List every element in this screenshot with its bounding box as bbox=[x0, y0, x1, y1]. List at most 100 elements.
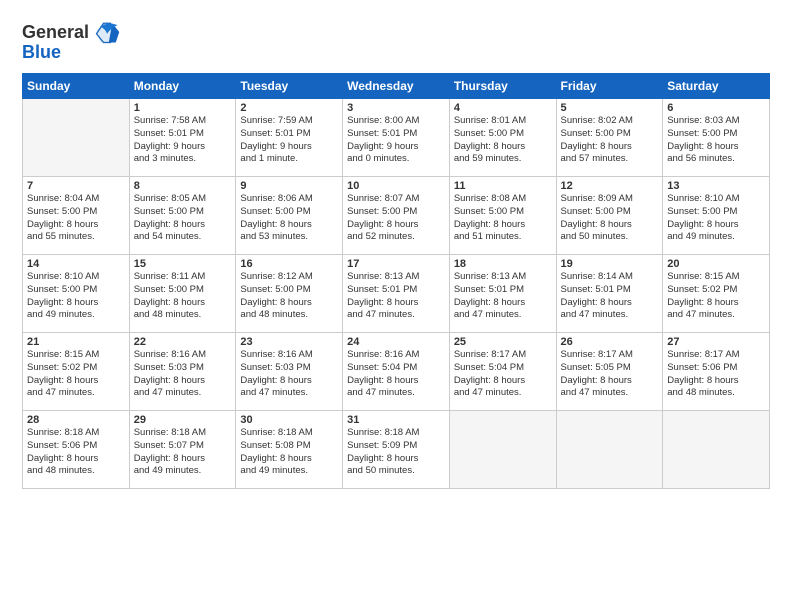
day-cell bbox=[449, 411, 556, 489]
day-number: 20 bbox=[667, 258, 765, 270]
day-info: Sunrise: 8:11 AM Sunset: 5:00 PM Dayligh… bbox=[134, 271, 232, 322]
day-cell: 27Sunrise: 8:17 AM Sunset: 5:06 PM Dayli… bbox=[663, 333, 770, 411]
day-cell: 19Sunrise: 8:14 AM Sunset: 5:01 PM Dayli… bbox=[556, 255, 663, 333]
day-info: Sunrise: 8:13 AM Sunset: 5:01 PM Dayligh… bbox=[454, 271, 552, 322]
day-info: Sunrise: 8:17 AM Sunset: 5:06 PM Dayligh… bbox=[667, 349, 765, 400]
day-number: 16 bbox=[240, 258, 338, 270]
day-number: 1 bbox=[134, 102, 232, 114]
week-row-3: 21Sunrise: 8:15 AM Sunset: 5:02 PM Dayli… bbox=[23, 333, 770, 411]
day-cell: 23Sunrise: 8:16 AM Sunset: 5:03 PM Dayli… bbox=[236, 333, 343, 411]
day-info: Sunrise: 8:06 AM Sunset: 5:00 PM Dayligh… bbox=[240, 193, 338, 244]
day-cell: 1Sunrise: 7:58 AM Sunset: 5:01 PM Daylig… bbox=[129, 99, 236, 177]
logo: General Blue bbox=[22, 18, 121, 63]
day-number: 29 bbox=[134, 414, 232, 426]
day-number: 6 bbox=[667, 102, 765, 114]
day-cell: 29Sunrise: 8:18 AM Sunset: 5:07 PM Dayli… bbox=[129, 411, 236, 489]
weekday-header-row: SundayMondayTuesdayWednesdayThursdayFrid… bbox=[23, 74, 770, 99]
day-info: Sunrise: 8:16 AM Sunset: 5:03 PM Dayligh… bbox=[240, 349, 338, 400]
day-number: 26 bbox=[561, 336, 659, 348]
weekday-monday: Monday bbox=[129, 74, 236, 99]
day-info: Sunrise: 8:10 AM Sunset: 5:00 PM Dayligh… bbox=[667, 193, 765, 244]
day-cell: 24Sunrise: 8:16 AM Sunset: 5:04 PM Dayli… bbox=[343, 333, 450, 411]
day-number: 14 bbox=[27, 258, 125, 270]
day-cell: 13Sunrise: 8:10 AM Sunset: 5:00 PM Dayli… bbox=[663, 177, 770, 255]
day-cell: 28Sunrise: 8:18 AM Sunset: 5:06 PM Dayli… bbox=[23, 411, 130, 489]
weekday-thursday: Thursday bbox=[449, 74, 556, 99]
day-info: Sunrise: 8:01 AM Sunset: 5:00 PM Dayligh… bbox=[454, 115, 552, 166]
header: General Blue bbox=[22, 18, 770, 63]
day-number: 10 bbox=[347, 180, 445, 192]
day-number: 7 bbox=[27, 180, 125, 192]
day-number: 27 bbox=[667, 336, 765, 348]
day-number: 12 bbox=[561, 180, 659, 192]
day-cell: 2Sunrise: 7:59 AM Sunset: 5:01 PM Daylig… bbox=[236, 99, 343, 177]
day-number: 19 bbox=[561, 258, 659, 270]
weekday-tuesday: Tuesday bbox=[236, 74, 343, 99]
day-number: 4 bbox=[454, 102, 552, 114]
day-info: Sunrise: 8:18 AM Sunset: 5:09 PM Dayligh… bbox=[347, 427, 445, 478]
day-cell: 5Sunrise: 8:02 AM Sunset: 5:00 PM Daylig… bbox=[556, 99, 663, 177]
day-info: Sunrise: 8:18 AM Sunset: 5:08 PM Dayligh… bbox=[240, 427, 338, 478]
day-info: Sunrise: 8:03 AM Sunset: 5:00 PM Dayligh… bbox=[667, 115, 765, 166]
day-info: Sunrise: 8:17 AM Sunset: 5:05 PM Dayligh… bbox=[561, 349, 659, 400]
logo-text: General bbox=[22, 22, 89, 43]
day-info: Sunrise: 8:16 AM Sunset: 5:04 PM Dayligh… bbox=[347, 349, 445, 400]
day-info: Sunrise: 8:18 AM Sunset: 5:06 PM Dayligh… bbox=[27, 427, 125, 478]
day-cell: 10Sunrise: 8:07 AM Sunset: 5:00 PM Dayli… bbox=[343, 177, 450, 255]
day-number: 23 bbox=[240, 336, 338, 348]
day-info: Sunrise: 8:15 AM Sunset: 5:02 PM Dayligh… bbox=[27, 349, 125, 400]
day-info: Sunrise: 8:18 AM Sunset: 5:07 PM Dayligh… bbox=[134, 427, 232, 478]
day-cell: 4Sunrise: 8:01 AM Sunset: 5:00 PM Daylig… bbox=[449, 99, 556, 177]
logo-icon bbox=[93, 18, 121, 46]
day-number: 21 bbox=[27, 336, 125, 348]
day-number: 5 bbox=[561, 102, 659, 114]
day-number: 13 bbox=[667, 180, 765, 192]
week-row-0: 1Sunrise: 7:58 AM Sunset: 5:01 PM Daylig… bbox=[23, 99, 770, 177]
day-cell bbox=[556, 411, 663, 489]
week-row-1: 7Sunrise: 8:04 AM Sunset: 5:00 PM Daylig… bbox=[23, 177, 770, 255]
day-info: Sunrise: 8:08 AM Sunset: 5:00 PM Dayligh… bbox=[454, 193, 552, 244]
day-info: Sunrise: 8:00 AM Sunset: 5:01 PM Dayligh… bbox=[347, 115, 445, 166]
weekday-saturday: Saturday bbox=[663, 74, 770, 99]
day-number: 9 bbox=[240, 180, 338, 192]
day-info: Sunrise: 8:10 AM Sunset: 5:00 PM Dayligh… bbox=[27, 271, 125, 322]
day-cell: 15Sunrise: 8:11 AM Sunset: 5:00 PM Dayli… bbox=[129, 255, 236, 333]
week-row-4: 28Sunrise: 8:18 AM Sunset: 5:06 PM Dayli… bbox=[23, 411, 770, 489]
day-info: Sunrise: 8:17 AM Sunset: 5:04 PM Dayligh… bbox=[454, 349, 552, 400]
day-cell: 26Sunrise: 8:17 AM Sunset: 5:05 PM Dayli… bbox=[556, 333, 663, 411]
day-cell bbox=[663, 411, 770, 489]
day-cell: 8Sunrise: 8:05 AM Sunset: 5:00 PM Daylig… bbox=[129, 177, 236, 255]
day-number: 2 bbox=[240, 102, 338, 114]
day-number: 31 bbox=[347, 414, 445, 426]
day-info: Sunrise: 8:16 AM Sunset: 5:03 PM Dayligh… bbox=[134, 349, 232, 400]
day-number: 11 bbox=[454, 180, 552, 192]
day-cell: 21Sunrise: 8:15 AM Sunset: 5:02 PM Dayli… bbox=[23, 333, 130, 411]
day-info: Sunrise: 8:09 AM Sunset: 5:00 PM Dayligh… bbox=[561, 193, 659, 244]
day-cell: 3Sunrise: 8:00 AM Sunset: 5:01 PM Daylig… bbox=[343, 99, 450, 177]
day-cell: 17Sunrise: 8:13 AM Sunset: 5:01 PM Dayli… bbox=[343, 255, 450, 333]
weekday-sunday: Sunday bbox=[23, 74, 130, 99]
day-cell: 6Sunrise: 8:03 AM Sunset: 5:00 PM Daylig… bbox=[663, 99, 770, 177]
day-number: 18 bbox=[454, 258, 552, 270]
day-number: 17 bbox=[347, 258, 445, 270]
day-number: 30 bbox=[240, 414, 338, 426]
day-info: Sunrise: 7:58 AM Sunset: 5:01 PM Dayligh… bbox=[134, 115, 232, 166]
day-info: Sunrise: 8:14 AM Sunset: 5:01 PM Dayligh… bbox=[561, 271, 659, 322]
day-cell: 25Sunrise: 8:17 AM Sunset: 5:04 PM Dayli… bbox=[449, 333, 556, 411]
day-info: Sunrise: 8:13 AM Sunset: 5:01 PM Dayligh… bbox=[347, 271, 445, 322]
week-row-2: 14Sunrise: 8:10 AM Sunset: 5:00 PM Dayli… bbox=[23, 255, 770, 333]
calendar-table: SundayMondayTuesdayWednesdayThursdayFrid… bbox=[22, 73, 770, 489]
day-cell: 12Sunrise: 8:09 AM Sunset: 5:00 PM Dayli… bbox=[556, 177, 663, 255]
day-number: 3 bbox=[347, 102, 445, 114]
day-cell: 11Sunrise: 8:08 AM Sunset: 5:00 PM Dayli… bbox=[449, 177, 556, 255]
day-info: Sunrise: 8:07 AM Sunset: 5:00 PM Dayligh… bbox=[347, 193, 445, 244]
day-number: 25 bbox=[454, 336, 552, 348]
day-number: 28 bbox=[27, 414, 125, 426]
day-cell: 30Sunrise: 8:18 AM Sunset: 5:08 PM Dayli… bbox=[236, 411, 343, 489]
day-cell: 20Sunrise: 8:15 AM Sunset: 5:02 PM Dayli… bbox=[663, 255, 770, 333]
day-number: 8 bbox=[134, 180, 232, 192]
weekday-wednesday: Wednesday bbox=[343, 74, 450, 99]
day-cell bbox=[23, 99, 130, 177]
day-cell: 9Sunrise: 8:06 AM Sunset: 5:00 PM Daylig… bbox=[236, 177, 343, 255]
day-info: Sunrise: 8:02 AM Sunset: 5:00 PM Dayligh… bbox=[561, 115, 659, 166]
